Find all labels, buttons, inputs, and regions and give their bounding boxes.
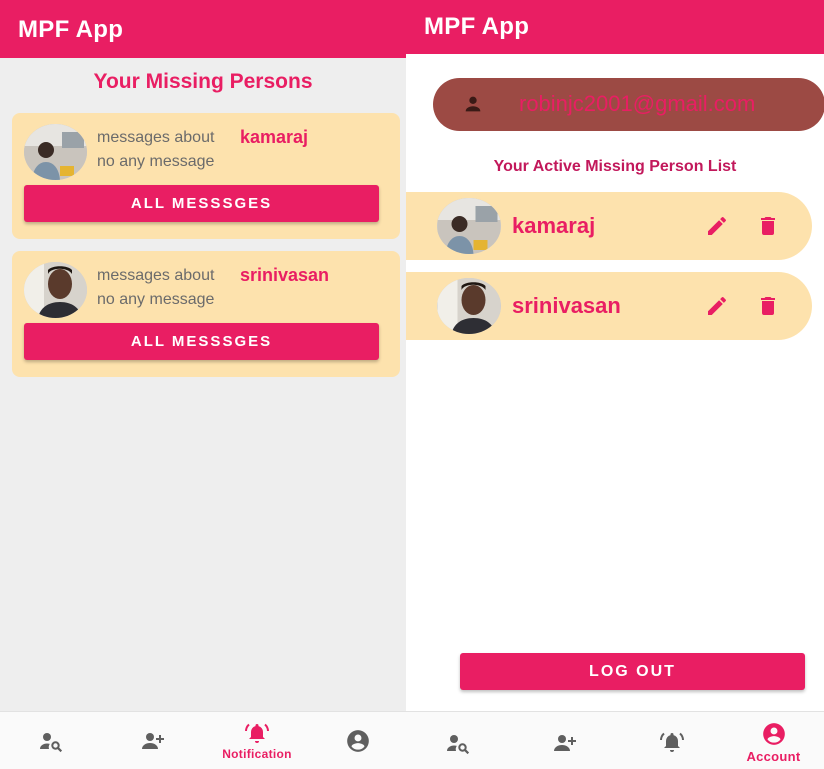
person-photo [24,262,87,318]
messages-about-label: messages about [97,267,215,284]
nav-notification-label: Notification [222,747,292,761]
nav-add-person[interactable] [101,712,205,769]
app-bar: MPF App [0,0,406,58]
person-name: srinivasan [240,265,330,285]
account-circle-icon [761,721,787,747]
search-person-icon [39,730,63,754]
missing-person-card: messages about kamaraj no any message AL… [12,113,400,239]
messages-about-label: messages about [97,129,215,146]
person-icon [462,93,484,115]
nav-account[interactable] [309,712,406,769]
person-photo [437,198,501,254]
nav-add-person[interactable] [510,712,620,769]
account-circle-icon [345,728,371,754]
notification-bell-icon [660,730,684,754]
missing-person-card: messages about srinivasan no any message… [12,251,400,377]
active-list-title: Your Active Missing Person List [493,158,737,175]
nav-account-label: Account [746,749,801,764]
person-name: kamaraj [240,127,309,147]
person-photo [24,124,87,180]
all-messages-button[interactable]: ALL MESSSGES [24,323,379,360]
notification-screen: MPF App Your Missing Persons messages ab… [0,0,406,769]
active-person-row[interactable]: kamaraj [406,192,812,260]
message-status: no any message [97,291,215,308]
nav-notification[interactable] [620,712,723,769]
delete-trash-icon[interactable] [756,214,780,238]
user-email: robinjc2001@gmail.com [519,91,756,116]
logout-button[interactable]: LOG OUT [460,653,805,690]
page-title: Your Missing Persons [93,70,313,93]
account-screen: MPF App robinjc2001@gmail.com Your Activ… [406,0,824,769]
app-title: MPF App [18,16,124,43]
search-person-icon [446,732,470,756]
all-messages-button[interactable]: ALL MESSSGES [24,185,379,222]
delete-trash-icon[interactable] [756,294,780,318]
add-person-icon [140,729,166,753]
nav-search-person[interactable] [406,712,510,769]
edit-pencil-icon[interactable] [705,294,729,318]
app-title: MPF App [424,13,530,40]
message-status: no any message [97,153,215,170]
nav-search-person[interactable] [0,712,101,769]
nav-notification[interactable]: Notification [205,712,309,769]
nav-account[interactable]: Account [723,712,824,769]
email-display: robinjc2001@gmail.com [433,78,824,131]
edit-pencil-icon[interactable] [705,214,729,238]
add-person-icon [552,731,578,755]
app-bar: MPF App [406,0,824,54]
bottom-navigation: Account [406,711,824,769]
bottom-navigation: Notification [0,711,406,769]
person-photo [437,278,501,334]
active-person-row[interactable]: srinivasan [406,272,812,340]
notification-bell-icon [245,721,269,745]
person-name: kamaraj [512,213,596,238]
person-name: srinivasan [512,293,621,318]
